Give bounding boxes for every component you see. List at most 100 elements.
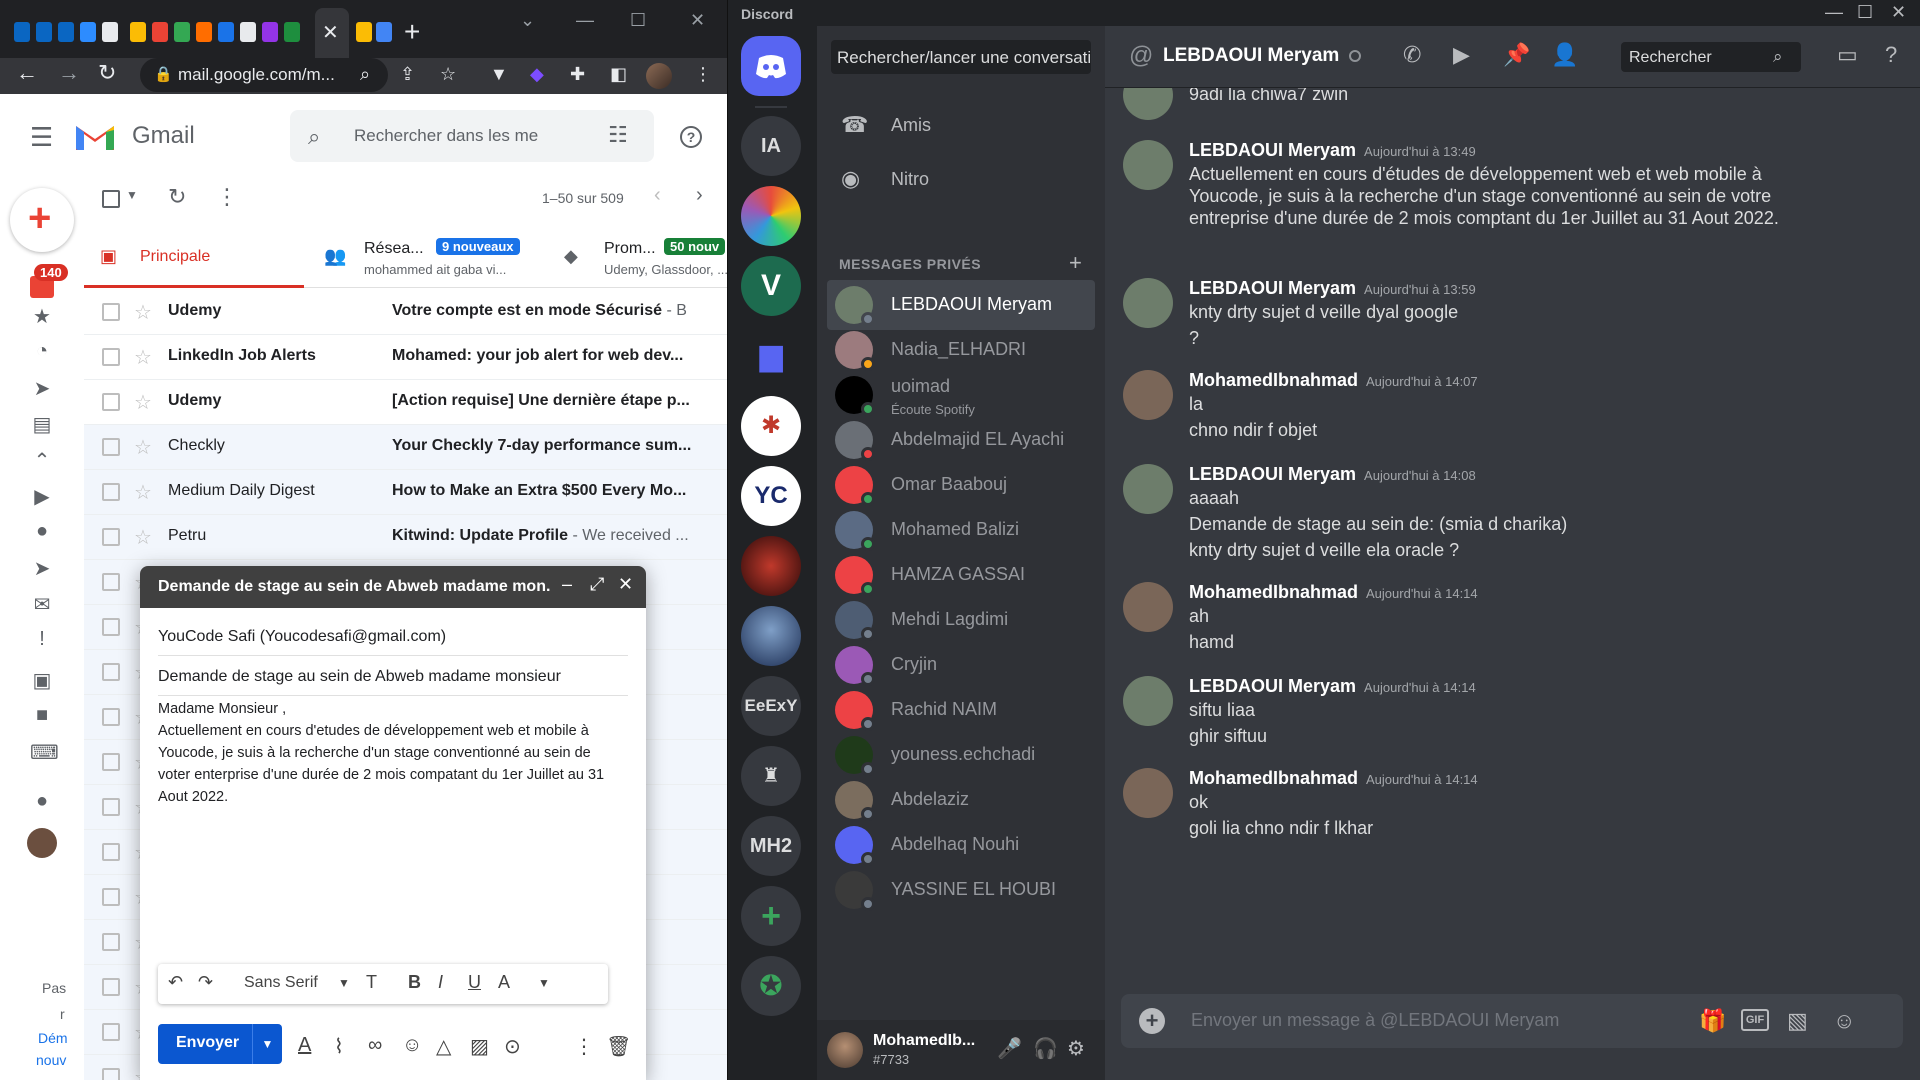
star-icon[interactable]: ☆ xyxy=(134,480,152,505)
star-icon[interactable]: ☆ xyxy=(134,525,152,550)
message-avatar[interactable] xyxy=(1123,140,1173,190)
tab-primary[interactable]: ▣ Principale xyxy=(84,226,304,288)
server-icon[interactable]: ✱ xyxy=(741,396,801,456)
tab-favicon[interactable] xyxy=(356,22,372,42)
compose-header[interactable]: Demande de stage au sein de Abweb madame… xyxy=(140,566,646,608)
zoom-icon[interactable]: ⌕ xyxy=(360,64,370,85)
row-checkbox[interactable] xyxy=(102,528,120,546)
address-bar[interactable]: 🔒 mail.google.com/m... xyxy=(140,58,388,92)
folder-icon[interactable]: ▆ xyxy=(741,326,801,386)
back-icon[interactable]: ← xyxy=(16,60,38,86)
star-icon[interactable]: ☆ xyxy=(134,435,152,460)
undo-icon[interactable]: ↶ xyxy=(168,972,183,993)
profile-avatar[interactable] xyxy=(646,63,672,89)
message-author[interactable]: MohamedIbnahmad Aujourd'hui à 14:07 xyxy=(1189,370,1478,391)
photo-icon[interactable]: ▨ xyxy=(470,1034,489,1059)
discord-home-icon[interactable] xyxy=(741,36,801,96)
row-checkbox[interactable] xyxy=(102,978,120,996)
dm-item[interactable]: Abdelmajid EL Ayachi xyxy=(827,415,1095,465)
search-options-icon[interactable]: ☷ xyxy=(608,122,628,148)
more-formatting-icon[interactable]: ▼ xyxy=(538,976,550,990)
tab-favicon[interactable] xyxy=(174,22,190,42)
dm-item[interactable]: Omar Baabouj xyxy=(827,460,1095,510)
confidential-icon[interactable]: ⊙ xyxy=(504,1034,521,1059)
message-avatar[interactable] xyxy=(1123,278,1173,328)
dm-item[interactable]: LEBDAOUI Meryam xyxy=(827,280,1095,330)
dm-item[interactable]: Rachid NAIM xyxy=(827,685,1095,735)
message-avatar[interactable] xyxy=(1123,582,1173,632)
emoji-icon[interactable]: ☺ xyxy=(402,1034,422,1057)
message-body[interactable]: Madame Monsieur , Actuellement en cours … xyxy=(158,698,628,808)
underline-icon[interactable]: U xyxy=(468,972,481,993)
meet-icon[interactable]: ■ xyxy=(30,704,54,727)
drafts-icon[interactable]: ▤ xyxy=(30,412,54,437)
reload-icon[interactable]: ↻ xyxy=(98,60,116,86)
rail-link[interactable]: Dém xyxy=(38,1030,68,1046)
message-author[interactable]: LEBDAOUI Meryam Aujourd'hui à 13:49 xyxy=(1189,140,1476,161)
snoozed-icon[interactable]: ◔ xyxy=(30,340,54,363)
gift-icon[interactable]: 🎁 xyxy=(1699,1008,1726,1034)
dm-item[interactable]: HAMZA GASSAI xyxy=(827,550,1095,600)
star-icon[interactable]: ☆ xyxy=(134,300,152,325)
compose-button[interactable]: + xyxy=(10,188,74,252)
tab-favicon[interactable] xyxy=(218,22,234,42)
help-icon[interactable]: ? xyxy=(680,126,702,148)
refresh-icon[interactable]: ↻ xyxy=(168,184,186,210)
dm-item[interactable]: Abdelhaq Nouhi xyxy=(827,820,1095,870)
tab-favicon[interactable] xyxy=(240,22,256,42)
row-checkbox[interactable] xyxy=(102,1023,120,1041)
voice-call-icon[interactable]: ✆ xyxy=(1403,42,1421,68)
message-avatar[interactable] xyxy=(1123,676,1173,726)
new-tab-button[interactable]: + xyxy=(404,16,420,48)
message-avatar[interactable] xyxy=(1123,370,1173,420)
minimize-icon[interactable]: — xyxy=(576,10,594,31)
dm-item[interactable]: Abdelaziz xyxy=(827,775,1095,825)
create-dm-icon[interactable]: + xyxy=(1069,250,1082,276)
add-friend-icon[interactable]: 👤 xyxy=(1551,42,1578,68)
headphones-icon[interactable]: 🎧 xyxy=(1033,1036,1058,1061)
main-menu-icon[interactable]: ☰ xyxy=(30,122,53,153)
more-options-icon[interactable]: ⋮ xyxy=(574,1034,594,1059)
row-checkbox[interactable] xyxy=(102,573,120,591)
email-row[interactable]: ☆ Checkly Your Checkly 7-day performance s… xyxy=(84,425,727,470)
video-icon[interactable]: ▣ xyxy=(30,668,54,693)
row-checkbox[interactable] xyxy=(102,618,120,636)
dm-item[interactable]: youness.echchadi xyxy=(827,730,1095,780)
dm-item[interactable]: uoimad Écoute Spotify xyxy=(827,370,1095,420)
message-author[interactable]: MohamedIbnahmad Aujourd'hui à 14:14 xyxy=(1189,582,1478,603)
server-icon[interactable] xyxy=(741,536,801,596)
email-row[interactable]: ☆ Petru Kitwind: Update Profile - We recei… xyxy=(84,515,727,560)
pin-icon[interactable]: 📌 xyxy=(1503,42,1530,68)
rail-link[interactable]: nouv xyxy=(36,1052,66,1068)
row-checkbox[interactable] xyxy=(102,303,120,321)
gmail-logo-icon[interactable] xyxy=(74,120,116,152)
microphone-icon[interactable]: 🎤 xyxy=(997,1036,1022,1061)
tabs-dropdown-icon[interactable]: ⌄ xyxy=(520,10,535,31)
side-panel-icon[interactable]: ◧ xyxy=(610,64,627,85)
select-dropdown-icon[interactable]: ▼ xyxy=(126,188,138,202)
email-row[interactable]: ☆ LinkedIn Job Alerts Mohamed: your job al… xyxy=(84,335,727,380)
tab-favicon[interactable] xyxy=(58,22,74,42)
prev-page-icon[interactable]: ‹ xyxy=(654,184,661,207)
row-checkbox[interactable] xyxy=(102,708,120,726)
row-checkbox[interactable] xyxy=(102,393,120,411)
mail-search-input[interactable]: ⌕ Rechercher dans les me ☷ xyxy=(290,110,654,162)
close-icon[interactable]: ✕ xyxy=(618,574,633,595)
select-all-checkbox[interactable] xyxy=(102,190,120,208)
tab-social[interactable]: 👥 Résea... 9 nouveaux mohammed ait gaba … xyxy=(324,226,544,288)
server-icon[interactable]: YC xyxy=(741,466,801,526)
help-icon[interactable]: ? xyxy=(1885,42,1897,68)
nav-friends[interactable]: ☎ Amis xyxy=(827,100,1095,150)
close-window-icon[interactable]: ✕ xyxy=(1891,2,1906,23)
extensions-puzzle-icon[interactable]: ✚ xyxy=(570,64,585,85)
server-icon[interactable]: V xyxy=(741,256,801,316)
row-checkbox[interactable] xyxy=(102,483,120,501)
tab-favicon[interactable] xyxy=(80,22,96,42)
more-icon[interactable]: ⋮ xyxy=(216,184,238,210)
server-icon[interactable] xyxy=(741,606,801,666)
hangouts-icon[interactable]: ● xyxy=(30,790,54,813)
tab-favicon[interactable] xyxy=(130,22,146,42)
chat-icon[interactable]: ● xyxy=(30,520,54,543)
server-icon[interactable]: MH2 xyxy=(741,816,801,876)
tab-favicon[interactable] xyxy=(14,22,30,42)
